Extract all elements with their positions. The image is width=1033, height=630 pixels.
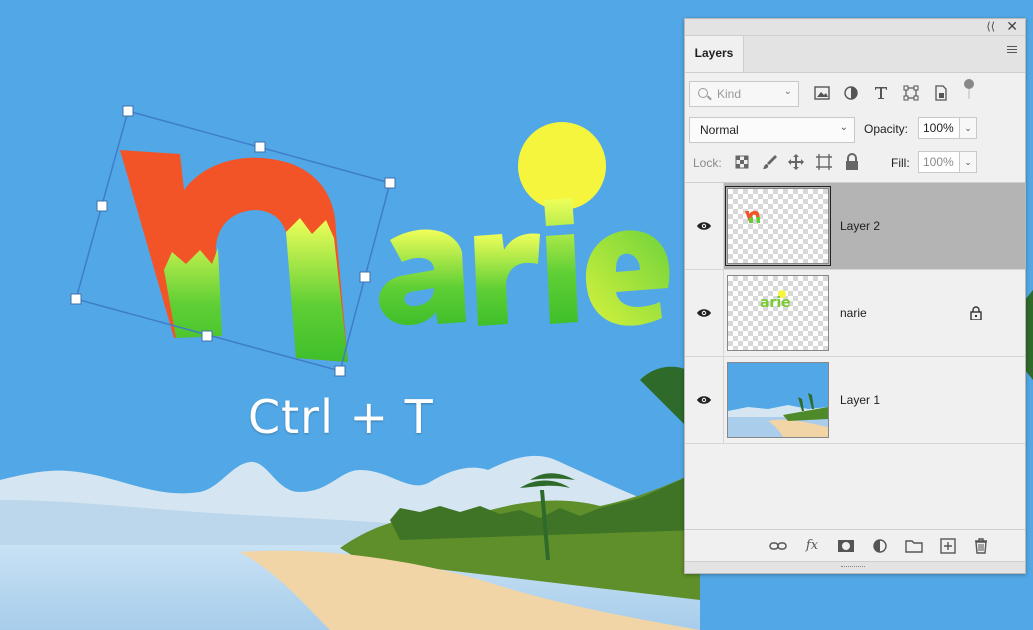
mask-icon[interactable] — [837, 538, 855, 554]
palm-tree-edge — [1025, 290, 1033, 380]
visibility-column — [685, 357, 724, 443]
type-filter-icon[interactable] — [872, 84, 890, 102]
shortcut-caption: Ctrl + T — [248, 390, 434, 444]
blend-row: Normal ⌄ Opacity: 100% ⌄ — [689, 117, 1019, 143]
layer-name[interactable]: Layer 1 — [840, 393, 880, 407]
layer-lock-icon[interactable] — [970, 306, 982, 320]
layer-content[interactable]: Layer 2 — [724, 183, 1025, 269]
new-layer-icon[interactable] — [939, 538, 957, 554]
lock-artboard-icon[interactable] — [815, 153, 833, 171]
shape-filter-icon[interactable] — [902, 84, 920, 102]
layers-list: Layer 2 arie narie Layer 1 — [685, 182, 1025, 447]
filter-kind-label: Kind — [717, 87, 742, 101]
layer-row-narie[interactable]: arie narie — [685, 270, 1025, 357]
close-panel-icon[interactable]: ✕ — [1006, 18, 1018, 35]
eye-icon[interactable] — [697, 308, 711, 318]
logo-letter-e — [585, 230, 670, 326]
filter-kind-select[interactable]: Kind ⌄ — [689, 81, 799, 107]
lock-label: Lock: — [693, 156, 722, 170]
chevron-down-icon: ⌄ — [783, 86, 792, 97]
panel-menu-icon[interactable] — [1007, 46, 1017, 56]
layers-panel: ⟨⟨ ✕ Layers Kind ⌄ Normal ⌄ Opacity: 100… — [684, 18, 1026, 574]
lock-all-icon[interactable] — [843, 153, 861, 171]
trash-icon[interactable] — [972, 538, 990, 554]
layer-thumbnail — [725, 186, 831, 266]
eye-icon[interactable] — [697, 395, 711, 405]
collapse-panel-icon[interactable]: ⟨⟨ — [986, 20, 995, 33]
opacity-dropdown-icon[interactable]: ⌄ — [959, 117, 977, 139]
adjustment-icon[interactable] — [871, 538, 889, 554]
layer-name[interactable]: Layer 2 — [840, 219, 880, 233]
visibility-column — [685, 183, 724, 269]
panel-tab-row: Layers — [685, 36, 1025, 73]
chevron-down-icon: ⌄ — [839, 122, 848, 133]
layer-filter-row: Kind ⌄ — [689, 79, 1019, 107]
visibility-column — [685, 270, 724, 356]
search-icon — [698, 88, 708, 98]
adjustment-filter-icon[interactable] — [842, 84, 860, 102]
opacity-field[interactable]: 100% — [918, 117, 960, 139]
filter-toggle-icon[interactable] — [964, 79, 974, 99]
sun — [518, 122, 606, 210]
link-icon[interactable] — [769, 538, 787, 554]
lock-image-pixels-icon[interactable] — [761, 153, 779, 171]
smart-object-filter-icon[interactable] — [932, 84, 950, 102]
folder-icon[interactable] — [905, 538, 923, 554]
fill-label: Fill: — [891, 156, 910, 170]
eye-icon[interactable] — [697, 221, 711, 231]
pixel-filter-icon[interactable] — [813, 84, 831, 102]
blend-mode-select[interactable]: Normal ⌄ — [689, 117, 855, 143]
layers-bottom-toolbar: fx — [685, 529, 1025, 562]
tab-layers[interactable]: Layers — [685, 36, 744, 72]
fx-icon[interactable]: fx — [803, 538, 821, 554]
blend-mode-value: Normal — [700, 123, 739, 137]
panel-resize-grip[interactable] — [685, 561, 1025, 573]
layer-thumbnail: arie — [727, 275, 829, 351]
svg-text:arie: arie — [760, 295, 791, 311]
lock-row: Lock: Fill: 100% ⌄ — [689, 151, 1019, 177]
layer-content[interactable]: Layer 1 — [724, 357, 1025, 443]
lock-position-icon[interactable] — [787, 153, 805, 171]
layer-name[interactable]: narie — [840, 306, 867, 320]
layer-thumbnail — [727, 362, 829, 438]
layer-row-layer-1[interactable]: Layer 1 — [685, 357, 1025, 444]
panel-titlebar[interactable]: ⟨⟨ ✕ — [685, 18, 1025, 36]
lock-transparent-pixels-icon[interactable] — [733, 153, 751, 171]
opacity-label: Opacity: — [864, 122, 909, 136]
layer-content[interactable]: arie narie — [724, 270, 1025, 356]
layer-row-layer-2[interactable]: Layer 2 — [685, 183, 1025, 270]
fill-dropdown-icon[interactable]: ⌄ — [959, 151, 977, 173]
fill-field[interactable]: 100% — [918, 151, 960, 173]
